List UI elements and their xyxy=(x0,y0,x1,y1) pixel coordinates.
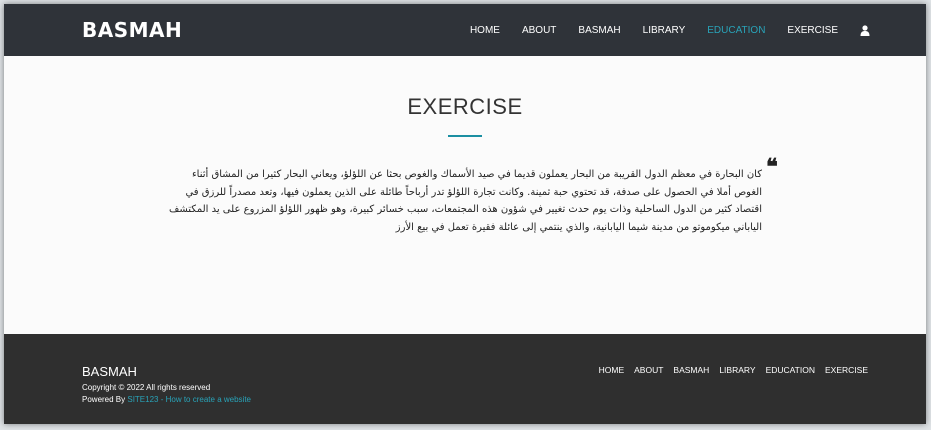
footer-nav-basmah[interactable]: BASMAH xyxy=(673,365,709,375)
create-website-link[interactable]: How to create a website xyxy=(166,395,251,404)
nav-home[interactable]: HOME xyxy=(470,25,500,36)
site123-link[interactable]: SITE123 xyxy=(127,395,158,404)
main-nav: HOME ABOUT BASMAH LIBRARY EDUCATION EXER… xyxy=(448,4,870,56)
page-title: EXERCISE xyxy=(407,94,523,119)
quote-icon: ❝ xyxy=(766,154,778,180)
browser-viewport: BASMAH HOME ABOUT BASMAH LIBRARY EDUCATI… xyxy=(4,4,926,424)
footer-nav-exercise[interactable]: EXERCISE xyxy=(825,365,868,375)
nav-basmah[interactable]: BASMAH xyxy=(578,25,620,36)
footer-copyright: Copyright © 2022 All rights reserved xyxy=(82,383,211,392)
powered-by-label: Powered By xyxy=(82,395,128,404)
footer-nav-home[interactable]: HOME xyxy=(599,365,625,375)
nav-library[interactable]: LIBRARY xyxy=(643,25,686,36)
exercise-paragraph: كان البحارة في معظم الدول القريبة من الب… xyxy=(169,169,762,233)
exercise-section: EXERCISE ❝ كان البحارة في معظم الدول الق… xyxy=(4,56,926,334)
footer-nav-about[interactable]: ABOUT xyxy=(634,365,663,375)
footer-nav-education[interactable]: EDUCATION xyxy=(766,365,815,375)
footer-powered-by: Powered By SITE123 - How to create a web… xyxy=(82,395,251,404)
top-navbar: BASMAH HOME ABOUT BASMAH LIBRARY EDUCATI… xyxy=(4,4,926,56)
nav-education[interactable]: EDUCATION xyxy=(707,25,765,36)
site-logo[interactable]: BASMAH xyxy=(82,18,182,42)
nav-about[interactable]: ABOUT xyxy=(522,25,556,36)
user-icon[interactable] xyxy=(860,24,870,36)
footer-nav: HOME ABOUT BASMAH LIBRARY EDUCATION EXER… xyxy=(589,365,868,375)
nav-exercise[interactable]: EXERCISE xyxy=(787,25,838,36)
title-divider xyxy=(448,135,482,137)
site-footer: BASMAH Copyright © 2022 All rights reser… xyxy=(4,334,926,424)
footer-brand: BASMAH xyxy=(82,364,137,379)
powered-separator: - xyxy=(158,395,166,404)
footer-nav-library[interactable]: LIBRARY xyxy=(719,365,755,375)
